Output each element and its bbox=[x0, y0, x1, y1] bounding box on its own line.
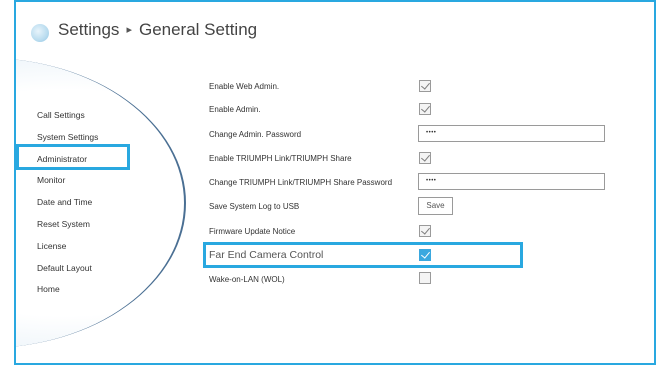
sidebar-nav: Call Settings System Settings Administra… bbox=[37, 108, 98, 304]
breadcrumb-section: Settings bbox=[58, 20, 120, 39]
breadcrumb-page: General Setting bbox=[138, 20, 258, 39]
wake-on-lan-checkbox[interactable] bbox=[419, 272, 431, 284]
change-triumph-password-label: Change TRIUMPH Link/TRIUMPH Share Passwo… bbox=[209, 178, 393, 187]
page-title: Settings ▸ General Setting bbox=[58, 20, 257, 40]
header: Settings ▸ General Setting bbox=[16, 2, 654, 50]
change-admin-password-label: Change Admin. Password bbox=[209, 130, 302, 139]
breadcrumb-separator-icon: ▸ bbox=[126, 24, 132, 36]
settings-window: Settings ▸ General Setting Call Settings S… bbox=[14, 0, 656, 365]
sidebar-item-monitor[interactable]: Monitor bbox=[37, 173, 98, 195]
sidebar-item-home[interactable]: Home bbox=[37, 282, 98, 304]
save-log-button[interactable]: Save bbox=[418, 197, 453, 215]
firmware-update-notice-checkbox[interactable] bbox=[419, 225, 431, 237]
far-end-camera-control-highlight-box bbox=[203, 242, 523, 268]
administrator-highlight-box bbox=[16, 144, 130, 170]
firmware-update-notice-label: Firmware Update Notice bbox=[209, 227, 296, 236]
wake-on-lan-label: Wake-on-LAN (WOL) bbox=[209, 275, 285, 284]
sidebar-item-call-settings[interactable]: Call Settings bbox=[37, 108, 98, 130]
save-system-log-label: Save System Log to USB bbox=[209, 202, 300, 211]
enable-admin-label: Enable Admin. bbox=[209, 105, 261, 114]
sidebar-item-date-and-time[interactable]: Date and Time bbox=[37, 195, 98, 217]
sidebar-item-reset-system[interactable]: Reset System bbox=[37, 217, 98, 239]
sidebar-item-license[interactable]: License bbox=[37, 239, 98, 261]
admin-password-field[interactable]: •••• bbox=[418, 125, 605, 142]
enable-triumph-link-label: Enable TRIUMPH Link/TRIUMPH Share bbox=[209, 154, 352, 163]
enable-triumph-link-checkbox[interactable] bbox=[419, 152, 431, 164]
triumph-password-field[interactable]: •••• bbox=[418, 173, 605, 190]
sidebar-item-default-layout[interactable]: Default Layout bbox=[37, 261, 98, 283]
enable-admin-checkbox[interactable] bbox=[419, 103, 431, 115]
gear-icon bbox=[31, 24, 49, 42]
enable-web-admin-checkbox[interactable] bbox=[419, 80, 431, 92]
enable-web-admin-label: Enable Web Admin. bbox=[209, 82, 280, 91]
